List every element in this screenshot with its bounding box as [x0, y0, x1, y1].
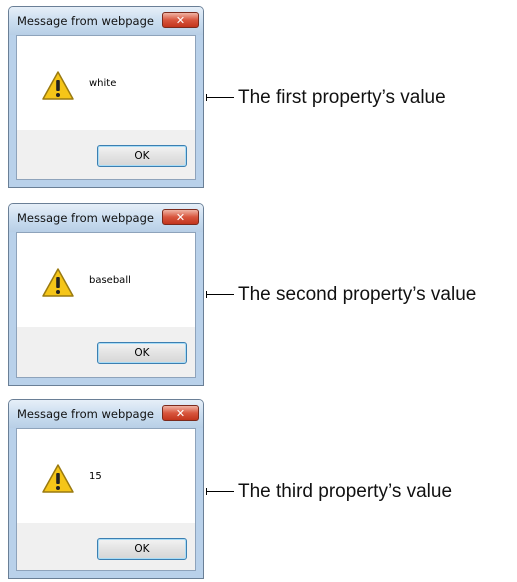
close-button[interactable]: ✕	[162, 405, 199, 421]
dialog-title: Message from webpage	[17, 14, 154, 28]
callout-label-1: The first property’s value	[238, 87, 446, 108]
alert-dialog-1: Message from webpage ✕ white OK	[8, 6, 204, 188]
close-icon: ✕	[175, 13, 186, 27]
message-area: baseball	[17, 233, 195, 327]
callout-line-2	[206, 294, 234, 295]
dialog-titlebar[interactable]: Message from webpage ✕	[9, 204, 203, 232]
close-icon: ✕	[175, 406, 186, 420]
message-text: baseball	[89, 275, 131, 286]
dialog-titlebar[interactable]: Message from webpage ✕	[9, 400, 203, 428]
dialog-body: baseball OK	[16, 232, 196, 378]
dialog-titlebar[interactable]: Message from webpage ✕	[9, 7, 203, 35]
callout-line-3	[206, 491, 234, 492]
dialog-body: 15 OK	[16, 428, 196, 571]
message-text: white	[89, 78, 117, 89]
close-icon: ✕	[175, 210, 186, 224]
callout-line-1	[206, 97, 234, 98]
dialog-body: white OK	[16, 35, 196, 180]
message-area: 15	[17, 429, 195, 523]
ok-button[interactable]: OK	[97, 145, 187, 167]
callout-tick-1	[206, 94, 207, 101]
callout-label-3: The third property’s value	[238, 481, 453, 502]
callout-label-2: The second property’s value	[238, 284, 477, 305]
callout-tick-3	[206, 488, 207, 495]
dialog-title: Message from webpage	[17, 211, 154, 225]
warning-icon	[42, 71, 74, 100]
alert-dialog-3: Message from webpage ✕ 15 OK	[8, 399, 204, 579]
close-button[interactable]: ✕	[162, 12, 199, 28]
ok-button[interactable]: OK	[97, 538, 187, 560]
callout-tick-2	[206, 291, 207, 298]
close-button[interactable]: ✕	[162, 209, 199, 225]
dialog-title: Message from webpage	[17, 407, 154, 421]
message-area: white	[17, 36, 195, 130]
alert-dialog-2: Message from webpage ✕ baseball OK	[8, 203, 204, 386]
ok-button[interactable]: OK	[97, 342, 187, 364]
warning-icon	[42, 464, 74, 493]
warning-icon	[42, 268, 74, 297]
message-text: 15	[89, 471, 102, 482]
